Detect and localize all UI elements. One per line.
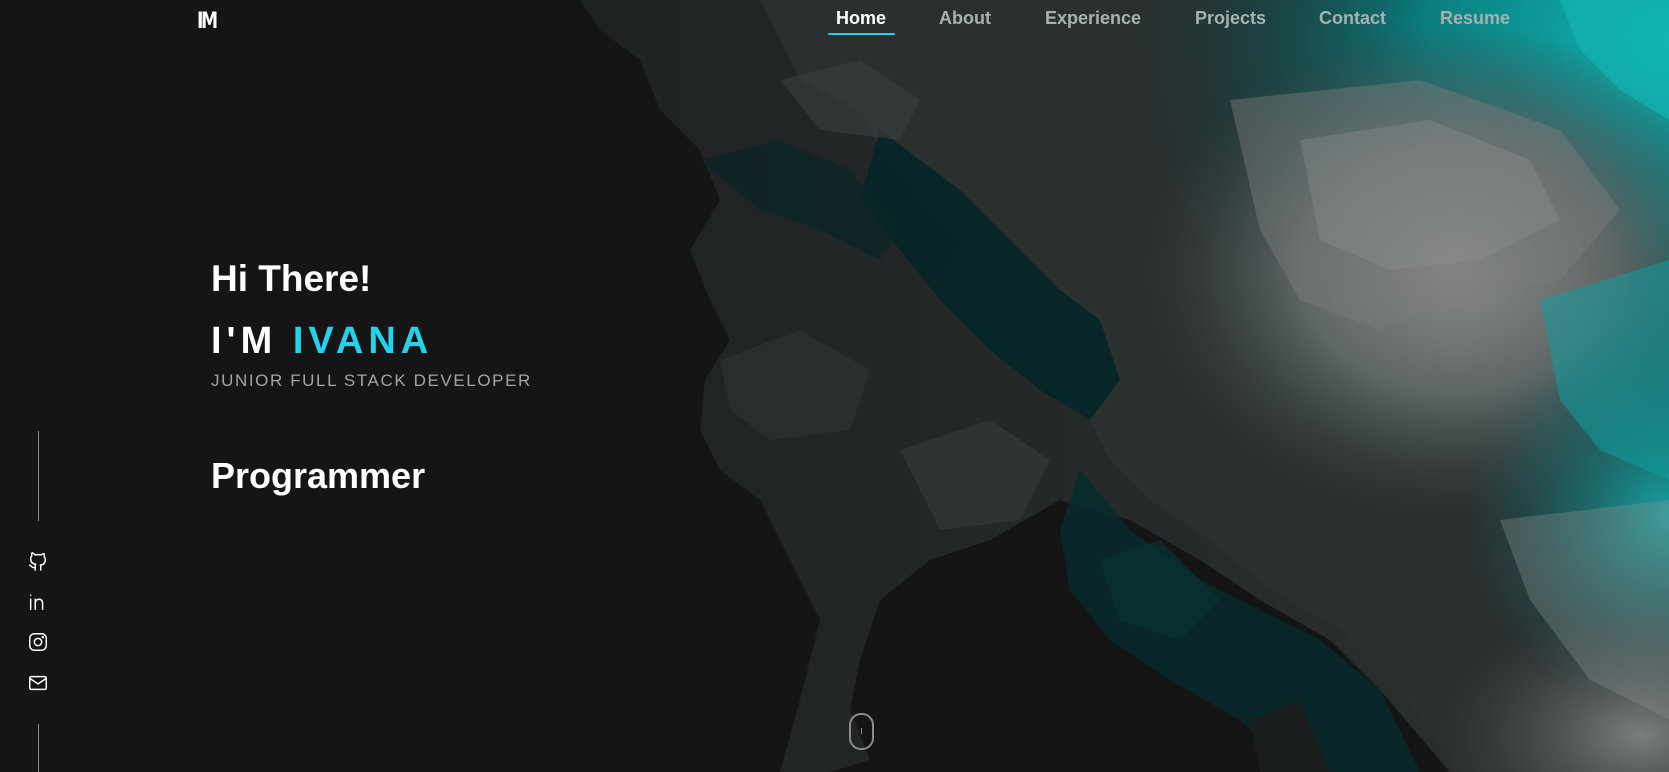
instagram-link[interactable] bbox=[26, 630, 50, 654]
nav-link-home[interactable]: Home bbox=[836, 8, 886, 29]
hero-greeting: Hi There! bbox=[211, 258, 372, 299]
linkedin-link[interactable] bbox=[26, 590, 50, 614]
hero-typewriter-role: Programmer bbox=[211, 455, 426, 496]
hero-subtitle: JUNIOR FULL STACK DEVELOPER bbox=[211, 371, 532, 390]
nav-link-contact[interactable]: Contact bbox=[1319, 8, 1386, 29]
email-link[interactable] bbox=[26, 671, 50, 695]
scroll-down-indicator[interactable] bbox=[849, 713, 874, 750]
social-divider-bottom bbox=[38, 724, 39, 772]
hero-name-heading: I'M IVANA bbox=[211, 320, 433, 363]
social-divider-top bbox=[38, 431, 39, 521]
github-icon bbox=[29, 552, 47, 571]
main-nav: Home About Experience Projects Contact R… bbox=[0, 0, 1669, 40]
nav-active-underline bbox=[828, 33, 895, 35]
nav-link-projects[interactable]: Projects bbox=[1195, 8, 1266, 29]
mail-icon bbox=[29, 675, 47, 691]
nav-link-about[interactable]: About bbox=[939, 8, 991, 29]
instagram-icon bbox=[29, 633, 47, 651]
nav-link-experience[interactable]: Experience bbox=[1045, 8, 1141, 29]
hero-name-prefix: I'M bbox=[211, 320, 278, 362]
page: IM Home About Experience Projects Contac… bbox=[0, 0, 1669, 772]
hero-name: IVANA bbox=[292, 320, 434, 362]
github-link[interactable] bbox=[26, 549, 50, 573]
scroll-wheel-icon bbox=[861, 728, 862, 734]
linkedin-icon bbox=[29, 594, 44, 611]
nav-link-resume[interactable]: Resume bbox=[1440, 8, 1510, 29]
